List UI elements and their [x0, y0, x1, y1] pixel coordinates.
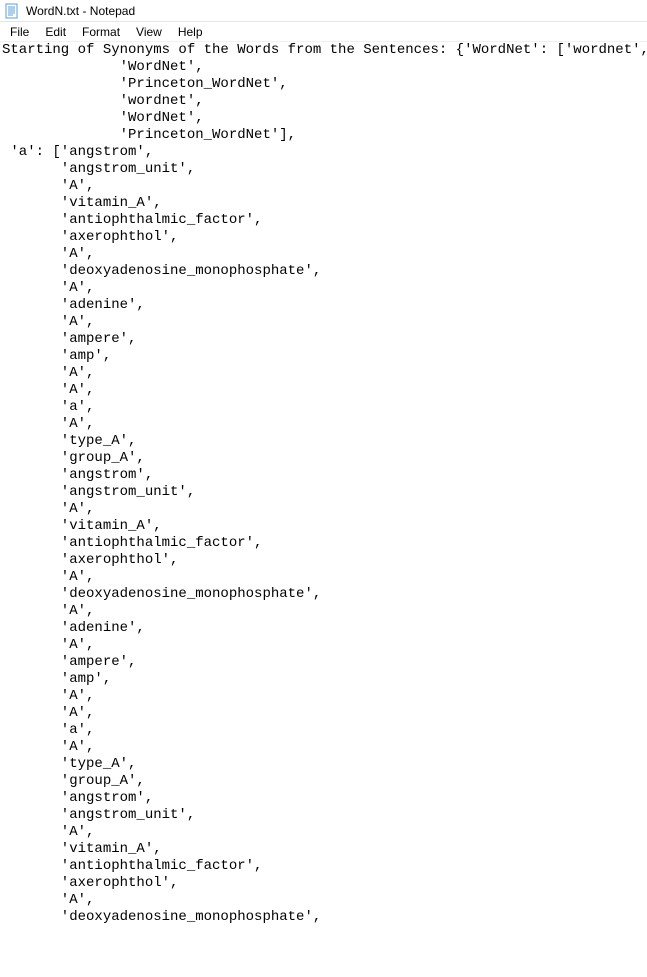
title-bar: WordN.txt - Notepad: [0, 0, 647, 22]
menu-edit[interactable]: Edit: [37, 24, 74, 40]
menu-format[interactable]: Format: [74, 24, 128, 40]
menu-help[interactable]: Help: [170, 24, 211, 40]
notepad-icon: [4, 3, 20, 19]
menu-view[interactable]: View: [128, 24, 170, 40]
menu-bar: File Edit Format View Help: [0, 22, 647, 42]
menu-file[interactable]: File: [2, 24, 37, 40]
window-title: WordN.txt - Notepad: [26, 4, 135, 18]
text-content-area[interactable]: Starting of Synonyms of the Words from t…: [0, 42, 647, 977]
